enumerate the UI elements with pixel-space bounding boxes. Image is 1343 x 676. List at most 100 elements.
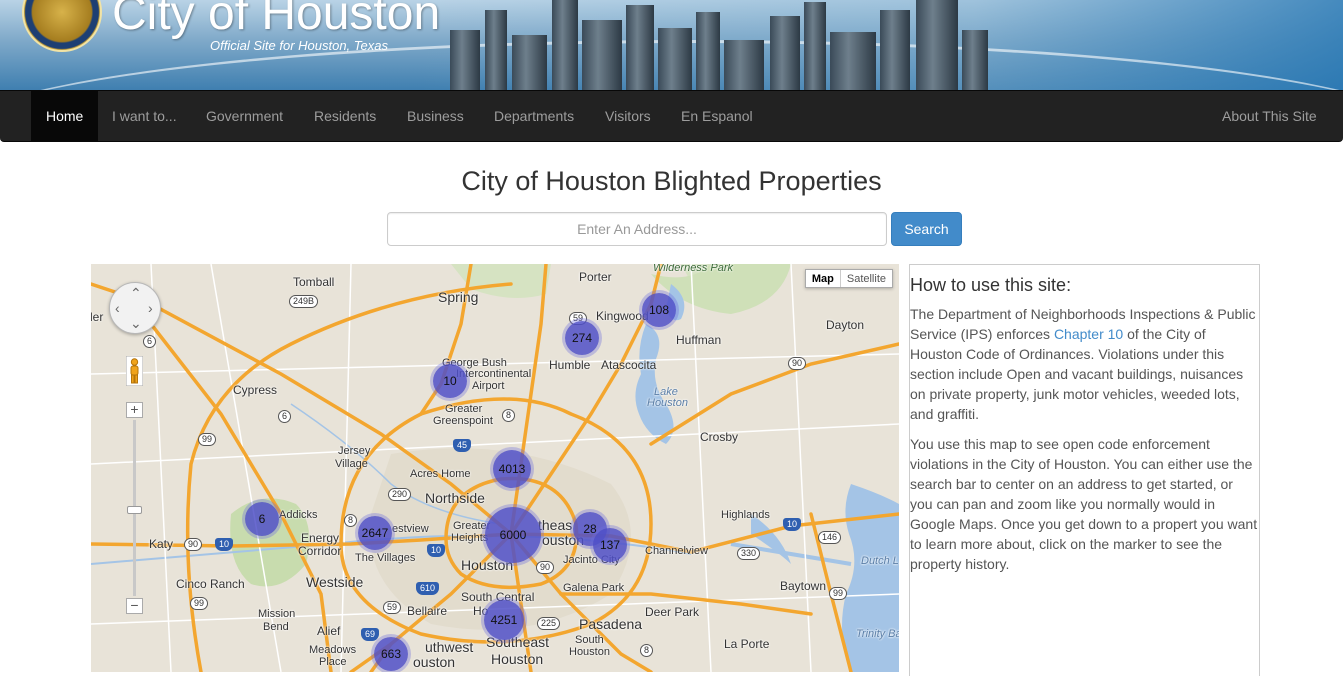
cluster-marker-4013[interactable]: 4013 [493, 450, 531, 488]
map-label-bend: Bend [263, 621, 289, 633]
shield-i10-central: 10 [427, 544, 446, 557]
shield-8-west: 8 [344, 514, 358, 527]
map-label-cypress: Cypress [233, 383, 278, 397]
map-label-meadows: Meadows [309, 644, 357, 656]
map-label-highlands: Highlands [721, 509, 770, 521]
shield-90-east: 90 [536, 561, 555, 574]
shield-i10-west: 10 [215, 538, 234, 551]
shield-i10-east: 10 [783, 518, 802, 531]
map-label-spring: Spring [438, 289, 479, 305]
nav-home[interactable]: Home [31, 91, 99, 141]
map-label-acres-home: Acres Home [410, 468, 471, 480]
map-label-northside: Northside [425, 490, 485, 506]
map-label-lake-houston: Houston [647, 397, 688, 409]
map-label-la-porte: La Porte [724, 637, 770, 651]
map-type-control: Map Satellite [804, 269, 893, 288]
map-label-village: Village [335, 458, 368, 470]
map-label-southwest-houston: ouston [413, 654, 456, 670]
cluster-marker-108[interactable]: 108 [642, 293, 676, 327]
nav-i-want-to[interactable]: I want to... [97, 91, 192, 141]
map-label-katy: Katy [149, 537, 174, 551]
nav-business[interactable]: Business [392, 91, 479, 141]
shield-6-west: 6 [278, 410, 292, 423]
shield-8-north: 8 [502, 409, 516, 422]
cluster-marker-137[interactable]: 137 [593, 528, 627, 562]
map-type-satellite-button[interactable]: Satellite [841, 270, 892, 287]
map-label-dutch-l: Dutch L [861, 555, 899, 567]
nav-residents[interactable]: Residents [299, 91, 391, 141]
map-label-deer-park: Deer Park [645, 605, 700, 619]
shield-6-north: 6 [143, 335, 157, 348]
map-label-crosby: Crosby [700, 430, 739, 444]
nav-about-this-site[interactable]: About This Site [1207, 91, 1332, 141]
site-title[interactable]: City of Houston [112, 0, 440, 41]
shield-249b: 249B [289, 295, 319, 308]
pan-control[interactable]: ⌃ ⌄ ‹ › [109, 282, 161, 334]
map-label-tomball: Tomball [293, 275, 335, 289]
map-label-alief: Alief [317, 624, 341, 638]
chapter-10-link[interactable]: Chapter 10 [1054, 326, 1123, 342]
map-label-greater: Greater [445, 403, 483, 415]
google-map[interactable]: Tomball Porter Wilderness Park Spring Ki… [91, 264, 899, 672]
shield-330: 330 [737, 547, 761, 560]
cluster-marker-10[interactable]: 10 [433, 364, 467, 398]
pan-up-icon[interactable]: ⌃ [130, 285, 142, 302]
zoom-in-button[interactable]: + [126, 402, 143, 418]
map-type-map-button[interactable]: Map [806, 270, 841, 287]
map-label-energy: Energy [301, 531, 340, 545]
map-label-dayton: Dayton [826, 318, 865, 332]
nav-departments[interactable]: Departments [479, 91, 589, 141]
map-label-south-houston: Houston [569, 646, 610, 658]
shield-99-southwest: 99 [190, 597, 209, 610]
pan-right-icon[interactable]: › [148, 300, 153, 316]
map-label-place: Place [319, 656, 347, 668]
map-label-airport: Airport [472, 380, 505, 392]
map-label-bellaire: Bellaire [407, 604, 448, 618]
map-label-atascocita: Atascocita [601, 358, 657, 372]
cluster-marker-6000[interactable]: 6000 [485, 507, 541, 563]
shield-90-ne: 90 [788, 357, 807, 370]
shield-59-south: 59 [383, 601, 402, 614]
cluster-marker-663[interactable]: 663 [374, 637, 408, 671]
map-label-ler: ler [91, 310, 104, 324]
address-search-input[interactable] [387, 212, 887, 246]
shield-i69: 69 [361, 628, 380, 641]
cluster-marker-2647[interactable]: 2647 [358, 516, 392, 550]
how-to-use-heading: How to use this site: [910, 275, 1072, 295]
map-label-porter: Porter [579, 270, 612, 284]
shield-146: 146 [818, 531, 842, 544]
map-label-channelview: Channelview [645, 545, 708, 557]
map-label-humble: Humble [549, 358, 591, 372]
cluster-marker-4251[interactable]: 4251 [484, 600, 524, 640]
nav-government[interactable]: Government [191, 91, 298, 141]
shield-225: 225 [537, 617, 561, 630]
city-seal-logo[interactable] [22, 0, 102, 52]
street-view-pegman-icon[interactable] [126, 356, 143, 386]
shield-90-katy: 90 [184, 538, 203, 551]
map-label-cinco-ranch: Cinco Ranch [176, 577, 245, 591]
map-label-corridor: Corridor [298, 544, 342, 558]
nav-visitors[interactable]: Visitors [590, 91, 666, 141]
map-label-southwest: uthwest [425, 639, 474, 655]
nav-en-espanol[interactable]: En Espanol [666, 91, 768, 141]
map-label-baytown: Baytown [780, 579, 827, 593]
map-label-wilderness-park: Wilderness Park [653, 264, 733, 274]
site-banner: City of Houston Official Site for Housto… [0, 0, 1343, 90]
site-subtitle: Official Site for Houston, Texas [210, 38, 388, 53]
cluster-marker-6[interactable]: 6 [245, 502, 279, 536]
pan-down-icon[interactable]: ⌄ [130, 315, 142, 332]
map-label-mission: Mission [258, 608, 296, 620]
page-title: City of Houston Blighted Properties [461, 166, 882, 196]
zoom-slider-handle[interactable] [127, 506, 142, 514]
zoom-out-button[interactable]: − [126, 598, 143, 614]
map-label-westside: Westside [306, 574, 364, 590]
search-button[interactable]: Search [891, 212, 962, 246]
how-to-use-panel: How to use this site: The Department of … [909, 264, 1260, 676]
shield-99-east: 99 [829, 587, 848, 600]
pan-left-icon[interactable]: ‹ [115, 300, 120, 316]
info-paragraph-1: The Department of Neighborhoods Inspecti… [910, 304, 1259, 424]
info-paragraph-2: You use this map to see open code enforc… [910, 436, 1258, 572]
cluster-marker-274[interactable]: 274 [565, 321, 599, 355]
map-label-jersey: Jersey [338, 445, 371, 457]
map-label-galena-park: Galena Park [563, 582, 625, 594]
